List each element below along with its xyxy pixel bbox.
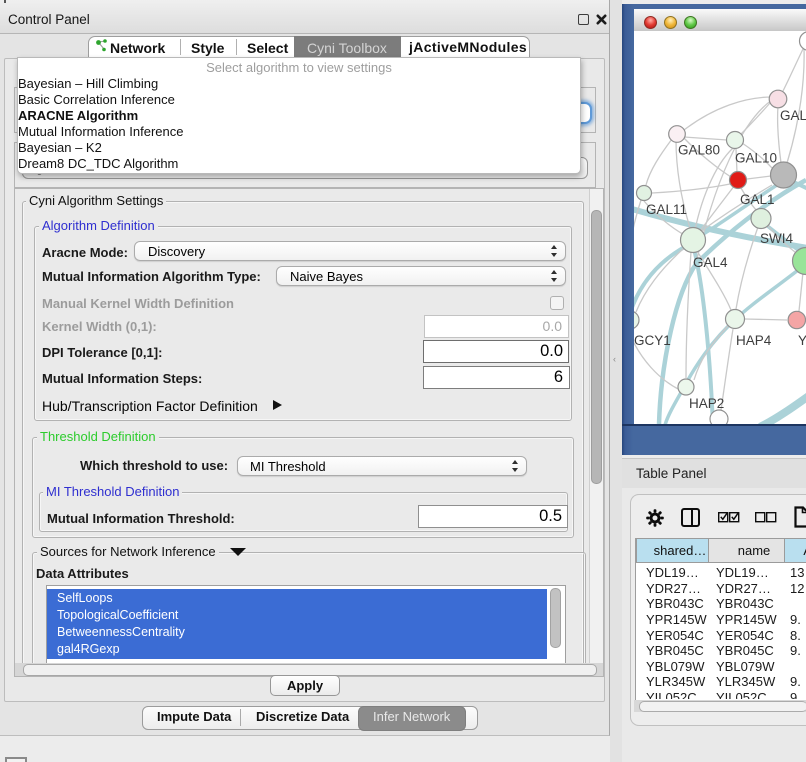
- svg-text:GAL4: GAL4: [693, 255, 728, 270]
- svg-text:GAL11: GAL11: [646, 202, 687, 217]
- svg-text:HAP4: HAP4: [736, 333, 772, 348]
- svg-text:GAL10: GAL10: [735, 151, 777, 166]
- svg-text:GCY1: GCY1: [634, 333, 671, 348]
- svg-text:SWI4: SWI4: [760, 231, 793, 246]
- svg-text:GAL80: GAL80: [678, 143, 720, 158]
- svg-text:HAP2: HAP2: [689, 396, 724, 411]
- svg-text:GAL1: GAL1: [740, 192, 775, 207]
- svg-text:Y: Y: [798, 333, 806, 348]
- svg-text:GAL: GAL: [780, 108, 806, 123]
